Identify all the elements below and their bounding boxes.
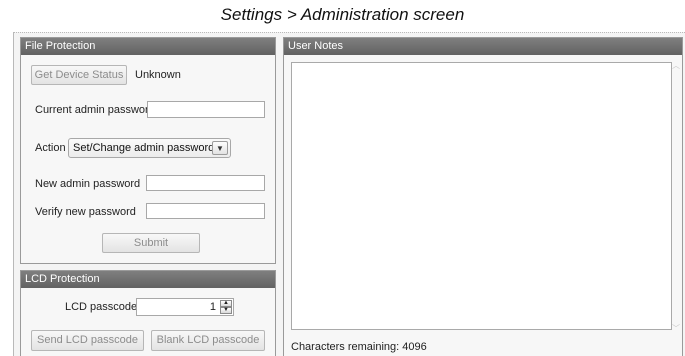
triangle-up-icon[interactable]: ▲ — [220, 300, 232, 307]
verify-new-password-field[interactable] — [146, 203, 265, 219]
new-admin-password-field[interactable] — [146, 175, 265, 191]
characters-remaining-label: Characters remaining: — [291, 341, 400, 353]
figure-caption: Settings > Administration screen — [220, 5, 465, 24]
verify-new-password-label: Verify new password — [35, 206, 136, 218]
user-notes-textarea[interactable] — [291, 62, 672, 330]
lcd-protection-title: LCD Protection — [21, 271, 275, 288]
blank-lcd-passcode-button[interactable]: Blank LCD passcode — [151, 330, 265, 351]
new-admin-password-label: New admin password — [35, 178, 141, 190]
send-lcd-passcode-button[interactable]: Send LCD passcode — [31, 330, 144, 351]
file-protection-panel: File Protection Get Device Status Unknow… — [20, 37, 276, 264]
action-dropdown[interactable]: Set/Change admin password ▼ — [68, 138, 231, 158]
chevron-down-icon[interactable]: ▼ — [212, 141, 228, 155]
lcd-passcode-value: 1 — [209, 301, 216, 313]
user-notes-title: User Notes — [284, 38, 682, 55]
get-device-status-button[interactable]: Get Device Status — [31, 65, 127, 85]
scroll-up-icon[interactable]: ︿ — [672, 60, 680, 71]
user-notes-panel: User Notes ︿ ﹀ Characters remaining: 409… — [283, 37, 683, 356]
scroll-down-icon[interactable]: ﹀ — [672, 323, 680, 334]
lcd-protection-panel: LCD Protection LCD passcode 1 ▲ ▼ Send L… — [20, 270, 276, 356]
characters-remaining-value: 4096 — [402, 341, 427, 353]
file-protection-title: File Protection — [21, 38, 275, 55]
action-label: Action — [35, 142, 66, 154]
current-admin-password-label: Current admin password — [35, 104, 155, 116]
action-dropdown-value: Set/Change admin password — [73, 142, 215, 154]
triangle-down-icon[interactable]: ▼ — [220, 307, 232, 314]
lcd-passcode-label: LCD passcode — [65, 301, 138, 313]
device-status-value: Unknown — [135, 69, 181, 81]
characters-remaining: Characters remaining: 4096 — [291, 341, 427, 353]
submit-button[interactable]: Submit — [102, 233, 200, 253]
current-admin-password-field[interactable] — [147, 101, 265, 118]
lcd-passcode-stepper[interactable]: 1 ▲ ▼ — [136, 298, 234, 316]
